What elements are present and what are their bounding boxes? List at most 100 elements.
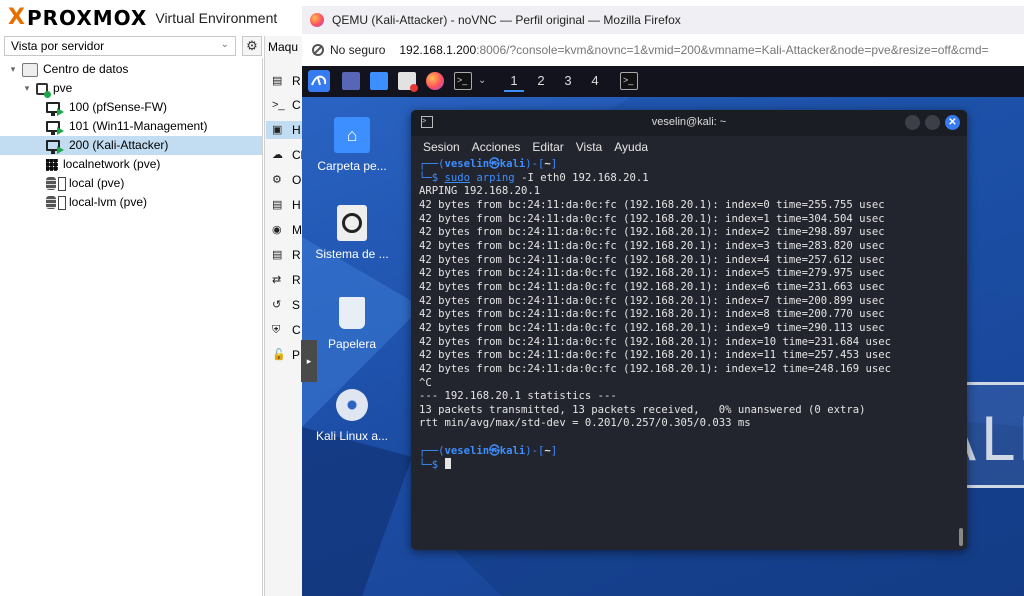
storage-icon [46,196,56,209]
chevron-down-icon[interactable]: ⌄ [478,72,488,90]
close-button[interactable]: ✕ [945,115,960,130]
kali-menu-icon[interactable] [308,70,330,92]
desktop-icon-trash[interactable]: Papelera [302,295,402,351]
taskbar-terminal-window[interactable]: >_ [620,72,638,90]
kali-top-panel: >_ ⌄ 1 2 3 4 >_ [302,66,1024,97]
terminal-launcher-icon[interactable]: >_ [454,72,472,90]
arping-reply-line: 42 bytes from bc:24:11:da:0c:fc (192.168… [419,267,885,280]
nav-item[interactable]: ☁ Cl [272,146,303,164]
workspace-2[interactable]: 2 [531,72,551,90]
menu-ayuda[interactable]: Ayuda [614,140,648,154]
console-icon: >_ [272,99,285,111]
history-icon: ▤ [272,199,283,211]
nav-item[interactable]: ▤ R [272,72,301,90]
nav-item[interactable]: 🔓 P [272,346,300,364]
collapse-icon[interactable]: ▾ [8,60,18,79]
terminal-titlebar[interactable]: > veselin@kali: ~ ✕ [411,110,967,136]
menu-sesion[interactable]: Sesion [423,140,460,154]
firefox-titlebar[interactable]: QEMU (Kali-Attacker) - noVNC — Perfil or… [302,6,1024,35]
security-label: No seguro [330,43,386,57]
tree-node-localnetwork[interactable]: localnetwork (pve) [46,155,258,174]
network-grid-icon [46,158,58,171]
vm-running-icon [46,140,64,154]
summary-icon: ▤ [272,75,283,87]
nav-item[interactable]: ⚙ O [272,171,301,189]
show-desktop-icon[interactable] [342,72,360,90]
desktop-icon-home-folder[interactable]: ⌂ Carpeta pe... [302,117,402,173]
nav-item[interactable]: ◉ M [272,221,302,239]
terminal-title: veselin@kali: ~ [651,116,727,128]
snapshot-icon: ↺ [272,299,282,311]
menu-vista[interactable]: Vista [576,140,602,154]
view-select[interactable]: Vista por servidor ⌄ [4,36,236,56]
address-bar[interactable]: No seguro 192.168.1.200:8006/?console=kv… [302,34,1024,67]
maximize-button[interactable] [925,115,940,130]
tree-settings-button[interactable]: ⚙ [242,36,262,56]
tree-node-vm-100[interactable]: 100 (pfSense-FW) [46,98,258,117]
tree-node-vm-101[interactable]: 101 (Win11-Management) [46,117,258,136]
menu-editar[interactable]: Editar [532,140,563,154]
nav-item[interactable]: ▤ H [272,196,301,214]
desktop-icon-kali-disc[interactable]: Kali Linux a... [302,387,402,443]
collapse-icon[interactable]: ▾ [22,79,32,98]
tree-node-label: localnetwork (pve) [63,157,161,171]
output-line: --- 192.168.20.1 statistics --- [419,390,617,403]
firewall-shield-icon: ⛨ [272,324,281,336]
file-manager-icon[interactable] [370,72,388,90]
tree-node-datacenter[interactable]: ▾ Centro de datos [8,60,258,79]
tree-node-label: Centro de datos [43,62,129,76]
nav-item-label: S [292,298,301,312]
terminal-output[interactable]: ┌──(veselin㉿kali)-[~] └─$ sudo arping -I … [419,158,953,550]
text-editor-icon[interactable] [398,72,418,92]
firefox-launcher-icon[interactable] [426,72,444,90]
tree-node-storage-local-lvm[interactable]: local-lvm (pve) [46,193,258,212]
permissions-lock-icon: 🔓 [272,349,286,361]
monitor-eye-icon: ◉ [272,224,282,236]
command-args: -I eth0 192.168.20.1 [514,171,649,184]
expand-panel-handle[interactable]: ▸ [301,340,317,382]
menu-acciones[interactable]: Acciones [472,140,521,154]
nav-item[interactable]: ▤ R [272,246,301,264]
terminal-window[interactable]: > veselin@kali: ~ ✕ Sesion Acciones Edit… [411,110,967,550]
prompt-user: veselin㉿kali [444,444,526,457]
proxmox-x-icon: X [8,5,25,30]
trash-icon [334,295,370,331]
output-line: rtt min/avg/max/std-dev = 0.201/0.257/0.… [419,417,751,430]
arping-reply-line: 42 bytes from bc:24:11:da:0c:fc (192.168… [419,335,891,348]
nav-item-label: R [292,248,301,262]
nav-item-label: M [292,223,302,237]
arping-reply-line: 42 bytes from bc:24:11:da:0c:fc (192.168… [419,198,885,211]
vm-tab-label[interactable]: Maqu [268,40,298,54]
workspace-4[interactable]: 4 [585,72,605,90]
disc-icon [334,387,370,423]
tree-node-vm-200[interactable]: 200 (Kali-Attacker) [0,136,262,155]
minimize-button[interactable] [905,115,920,130]
command-sudo: sudo [444,171,471,184]
tree-node-storage-local[interactable]: local (pve) [46,174,258,193]
nav-item[interactable]: ⇄ R [272,271,301,289]
backup-icon: ▤ [272,249,283,261]
options-gear-icon: ⚙ [272,174,282,186]
tree-node-label: 100 (pfSense-FW) [69,100,168,114]
arping-reply-line: 42 bytes from bc:24:11:da:0c:fc (192.168… [419,280,885,293]
proxmox-logo[interactable]: X PROXMOX Virtual Environment [8,5,278,31]
nav-item[interactable]: ⛨ C [272,321,301,339]
proxmox-subtitle: Virtual Environment [155,10,278,26]
prompt-line: ┌──(veselin㉿kali)-[~] [419,444,558,457]
terminal-scrollbar[interactable] [959,528,963,546]
tree-node-label: local-lvm (pve) [69,195,148,209]
nav-item[interactable]: ↺ S [272,296,300,314]
workspace-1[interactable]: 1 [504,72,524,92]
firefox-icon [310,13,324,27]
nav-item-label: R [292,74,301,88]
nav-item[interactable]: >_ C [272,96,301,114]
site-security-button[interactable]: No seguro [312,43,385,57]
vm-nav-panel [264,36,303,596]
workspace-3[interactable]: 3 [558,72,578,90]
arping-reply-line: 42 bytes from bc:24:11:da:0c:fc (192.168… [419,321,885,334]
tree-node-pve[interactable]: ▾ pve [22,79,258,98]
output-line: ARPING 192.168.20.1 [419,185,541,198]
desktop-icon-filesystem[interactable]: Sistema de ... [302,205,402,261]
gear-icon: ⚙ [246,38,258,53]
